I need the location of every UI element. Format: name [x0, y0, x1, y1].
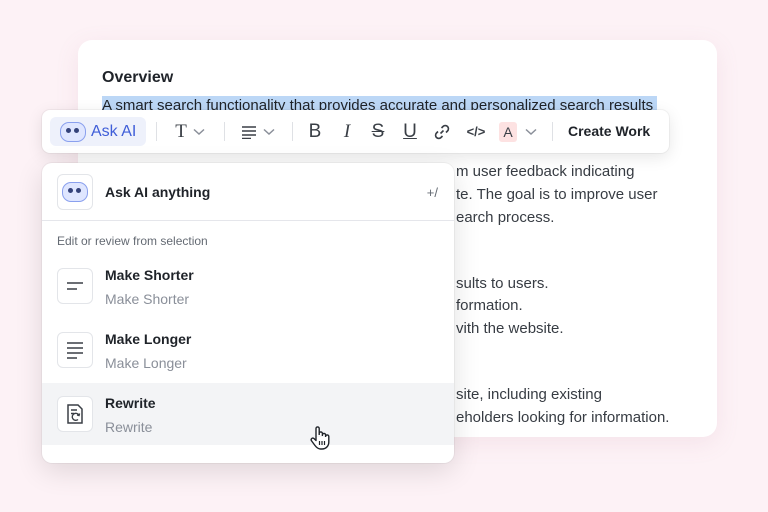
- robot-icon: [60, 122, 86, 142]
- toolbar-divider: [292, 122, 293, 141]
- underline-icon: U: [403, 120, 417, 142]
- toolbar-divider: [224, 122, 225, 141]
- strikethrough-icon: S: [371, 120, 385, 142]
- text-style-dropdown[interactable]: T: [168, 118, 212, 145]
- document-line: eholders looking for information.: [456, 409, 670, 426]
- document-line: earch process.: [456, 209, 555, 226]
- menu-item-subtitle: Make Longer: [105, 355, 187, 371]
- font-color-dropdown[interactable]: A: [496, 118, 540, 145]
- menu-item-title: Make Longer: [105, 331, 192, 347]
- rewrite-icon: [57, 396, 93, 432]
- chevron-down-icon: [525, 128, 537, 135]
- ai-menu: Ask AI anything +/ Edit or review from s…: [42, 163, 454, 463]
- menu-item-make-shorter[interactable]: Make Shorter Make Shorter: [42, 255, 454, 317]
- strikethrough-button[interactable]: S: [366, 118, 390, 145]
- text-style-icon: T: [175, 120, 187, 142]
- code-icon: </>: [466, 124, 486, 139]
- menu-item-rewrite[interactable]: Rewrite Rewrite: [42, 383, 454, 445]
- toolbar-divider: [156, 122, 157, 141]
- menu-item-title: Make Shorter: [105, 267, 194, 283]
- document-line: sults to users.: [456, 275, 549, 292]
- ask-ai-anything-item[interactable]: Ask AI anything +/: [42, 163, 454, 220]
- document-line: formation.: [456, 297, 523, 314]
- align-dropdown[interactable]: [236, 118, 280, 145]
- document-heading: Overview: [102, 69, 174, 86]
- font-color-icon: A: [499, 121, 517, 142]
- menu-item-title: Rewrite: [105, 395, 156, 411]
- ask-ai-label: Ask AI: [91, 123, 137, 140]
- italic-icon: I: [343, 120, 351, 142]
- hand-cursor-icon: [308, 425, 332, 456]
- link-button[interactable]: [430, 118, 454, 145]
- italic-button[interactable]: I: [335, 118, 359, 145]
- align-icon: [242, 125, 256, 139]
- menu-item-subtitle: Rewrite: [105, 419, 153, 435]
- bold-icon: B: [308, 120, 322, 142]
- create-work-button[interactable]: Create Work: [568, 123, 650, 139]
- robot-icon: [62, 182, 88, 202]
- chevron-down-icon: [193, 128, 205, 135]
- chevron-down-icon: [263, 128, 275, 135]
- link-icon: [434, 124, 450, 139]
- ask-ai-icon-box: [57, 174, 93, 210]
- ask-ai-anything-label: Ask AI anything: [105, 184, 211, 200]
- formatting-toolbar: Ask AI T B I S U </> A Create Work: [42, 110, 669, 153]
- ask-ai-button[interactable]: Ask AI: [50, 117, 146, 146]
- document-line: te. The goal is to improve user: [456, 186, 658, 203]
- toolbar-divider: [552, 122, 553, 141]
- menu-item-make-longer[interactable]: Make Longer Make Longer: [42, 319, 454, 381]
- menu-divider: [42, 220, 454, 221]
- long-lines-icon: [57, 332, 93, 368]
- code-button[interactable]: </>: [462, 118, 490, 145]
- document-line: site, including existing: [456, 386, 602, 403]
- document-line: m user feedback indicating: [456, 163, 635, 180]
- short-lines-icon: [57, 268, 93, 304]
- menu-item-subtitle: Make Shorter: [105, 291, 190, 307]
- shortcut-hint: +/: [426, 185, 438, 200]
- bold-button[interactable]: B: [303, 118, 327, 145]
- section-label: Edit or review from selection: [57, 234, 208, 248]
- underline-button[interactable]: U: [398, 118, 422, 145]
- document-line: vith the website.: [456, 320, 564, 337]
